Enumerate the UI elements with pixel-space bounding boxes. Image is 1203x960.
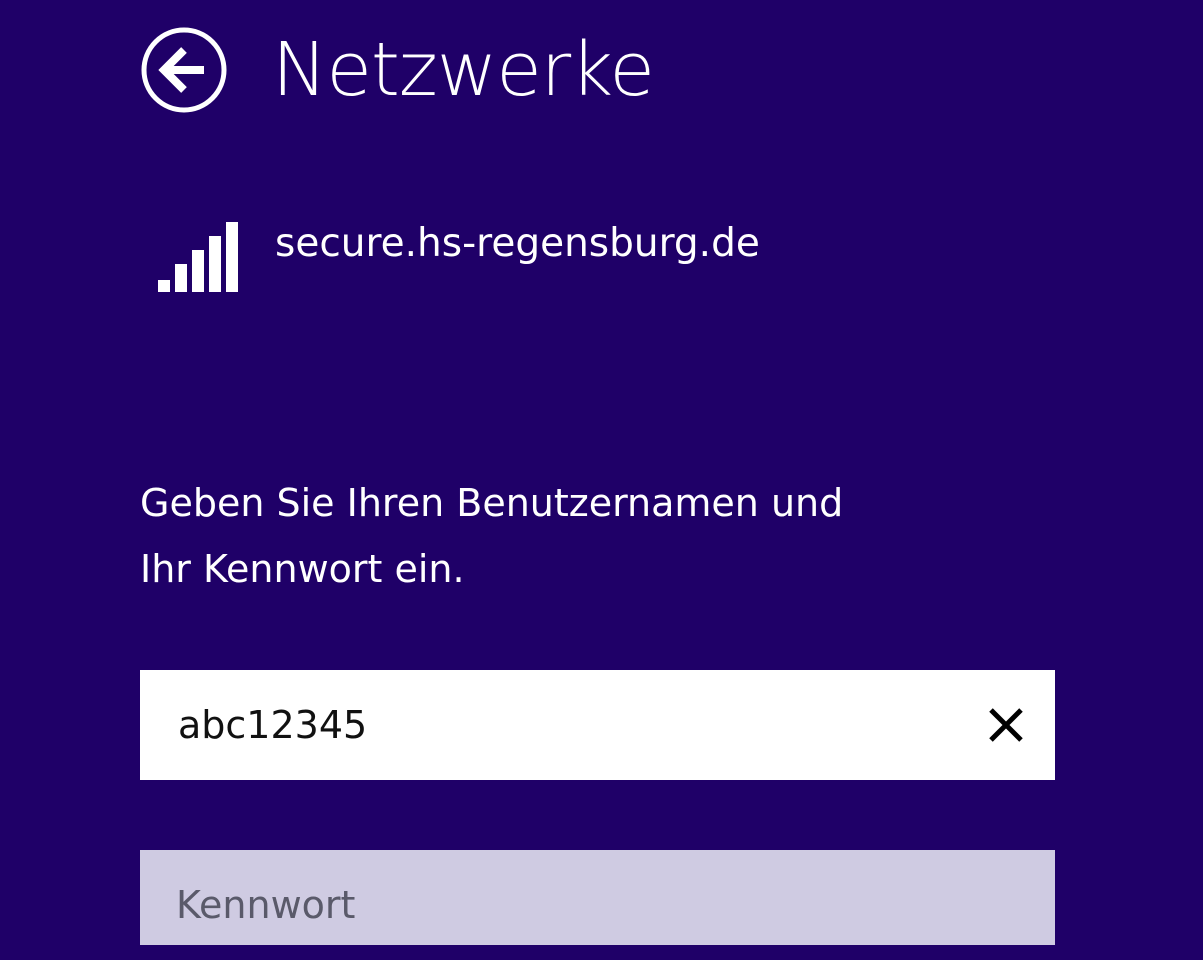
clear-username-button[interactable]	[987, 706, 1025, 744]
back-button[interactable]	[140, 26, 228, 114]
close-icon	[989, 708, 1023, 742]
password-placeholder: Kennwort	[176, 883, 356, 927]
instructions-text: Geben Sie Ihren Benutzernamen und Ihr Ke…	[140, 470, 1060, 602]
network-item[interactable]: secure.hs-regensburg.de	[155, 218, 760, 298]
wifi-signal-bars-icon	[158, 222, 238, 292]
header: Netzwerke	[140, 20, 655, 120]
username-field[interactable]: abc12345	[140, 670, 1055, 780]
page-title: Netzwerke	[272, 27, 655, 113]
instructions-line-2: Ihr Kennwort ein.	[140, 547, 465, 591]
back-arrow-circle-icon	[141, 27, 227, 113]
instructions-line-1: Geben Sie Ihren Benutzernamen und	[140, 481, 844, 525]
network-name: secure.hs-regensburg.de	[275, 221, 760, 266]
username-value: abc12345	[178, 703, 368, 747]
password-field[interactable]: Kennwort	[140, 850, 1055, 945]
